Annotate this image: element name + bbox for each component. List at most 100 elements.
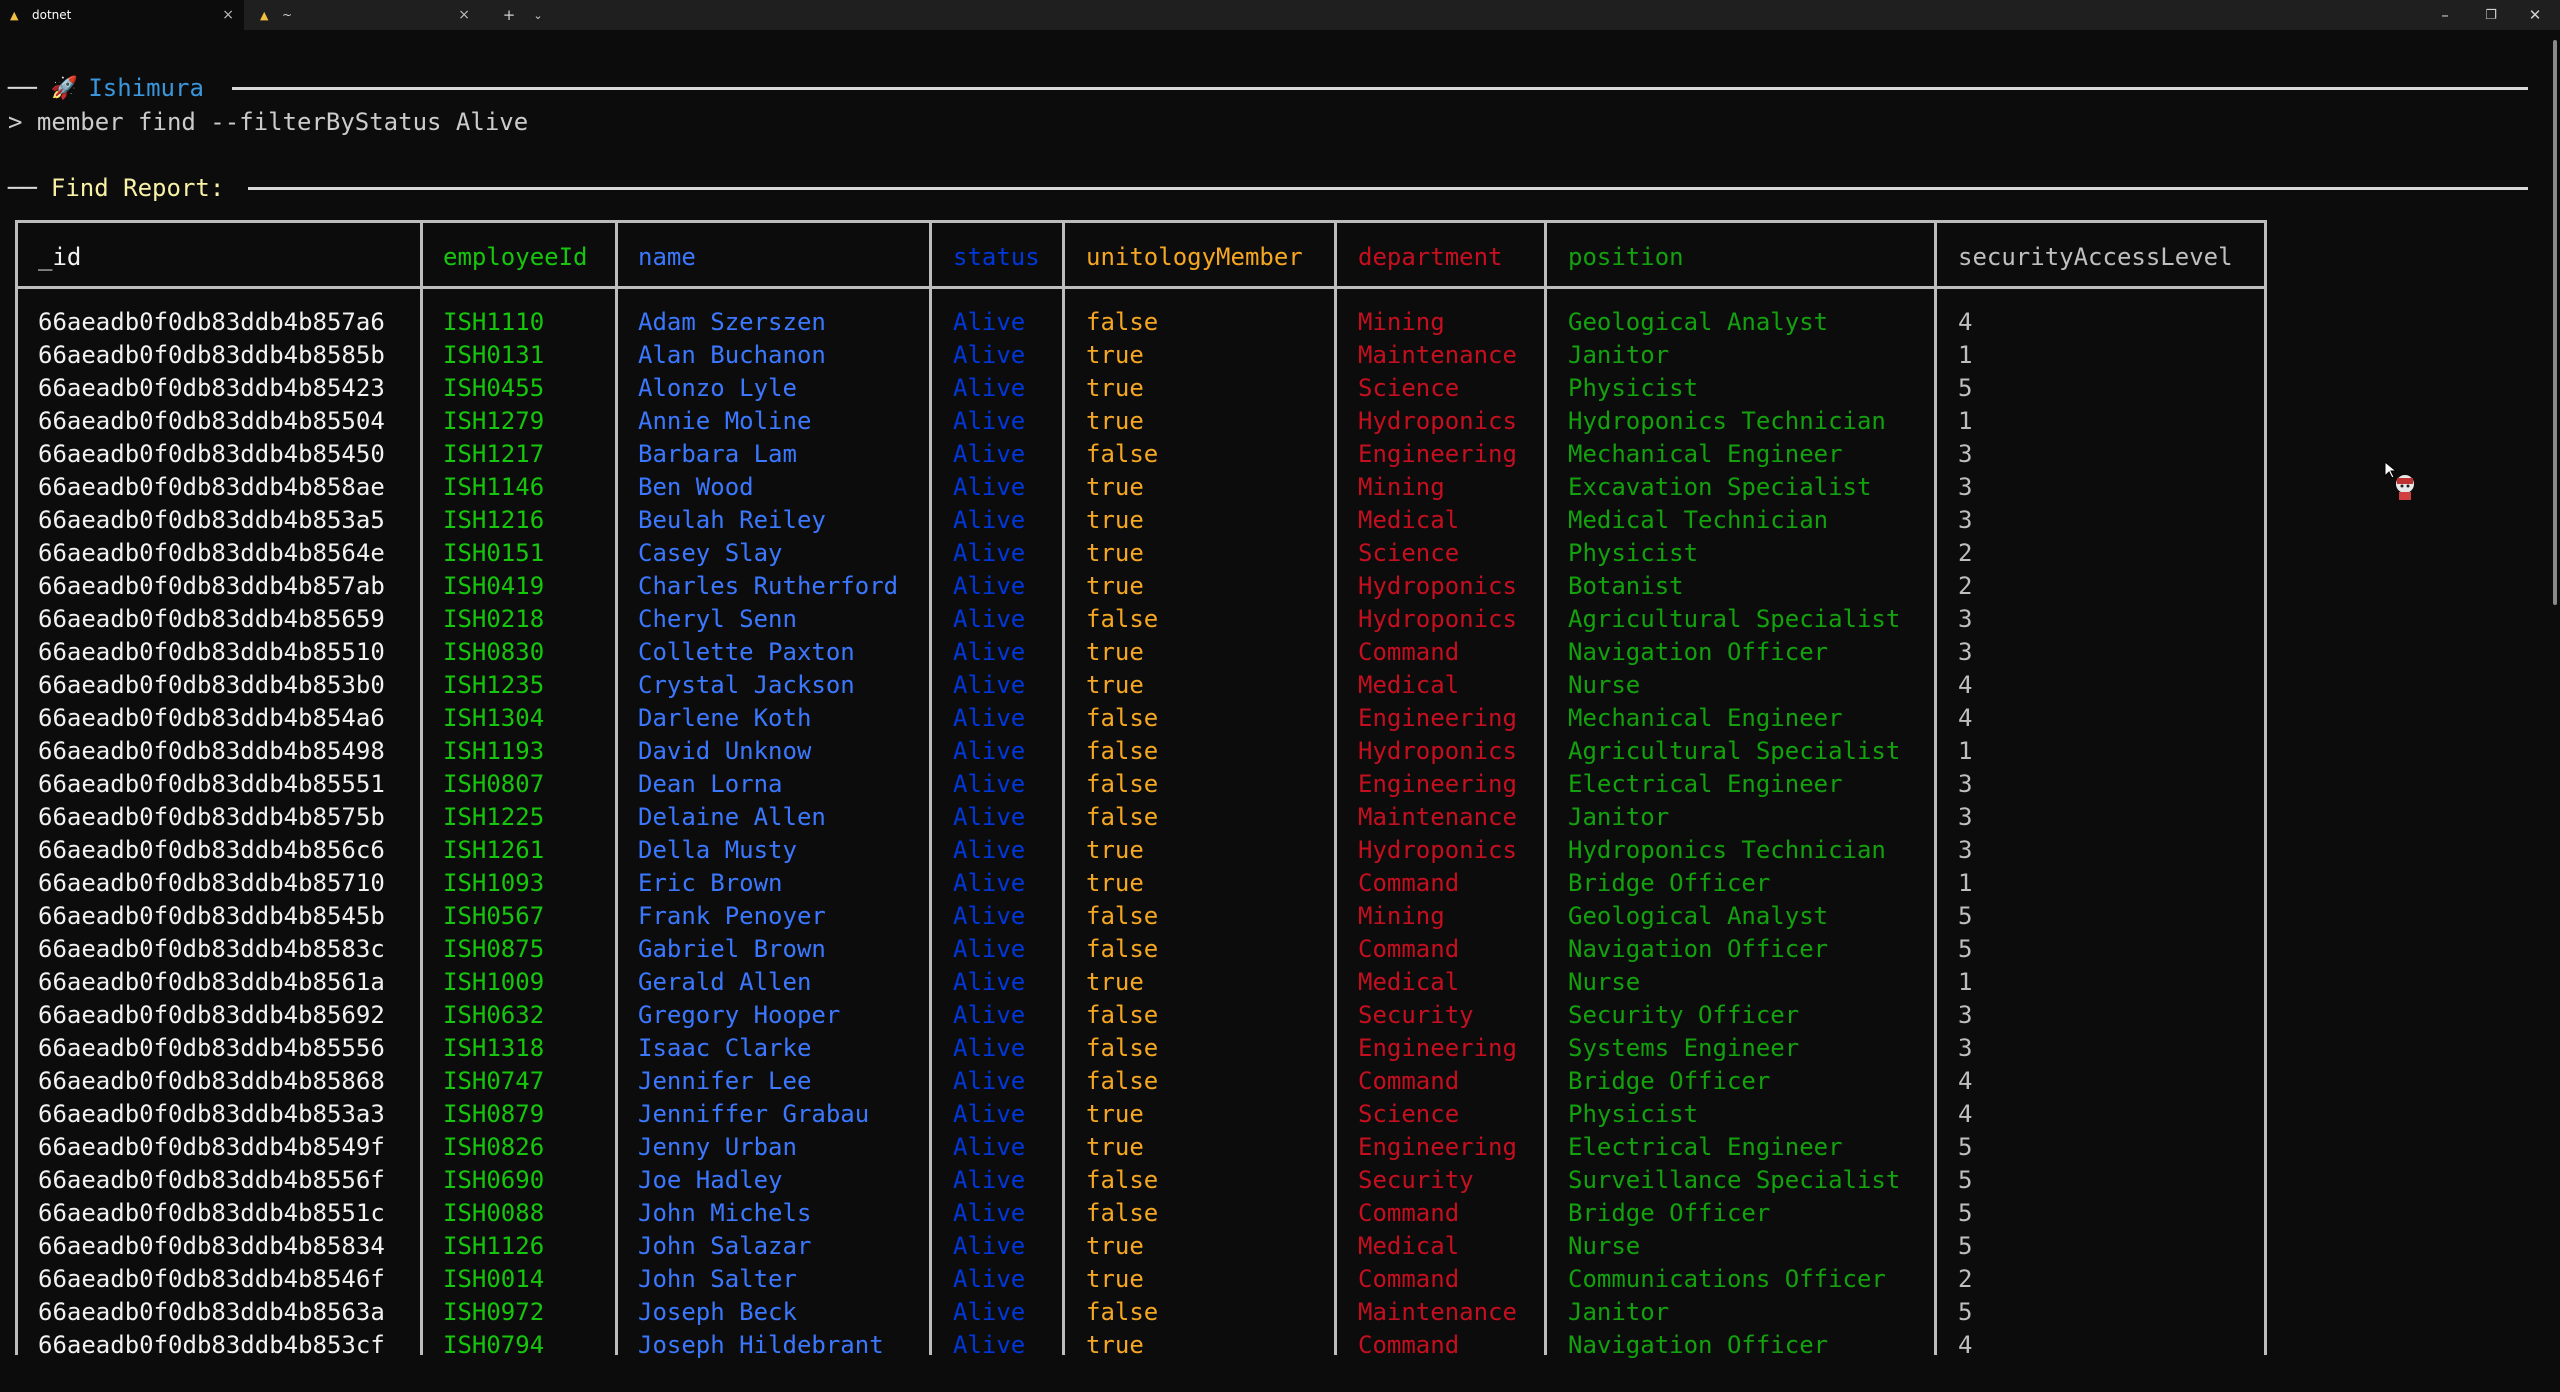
cell-status: Alive bbox=[953, 737, 1026, 765]
cell-security-access-level: 5 bbox=[1958, 1133, 1973, 1161]
cell-employee-id: ISH0218 bbox=[443, 605, 545, 633]
cell-id: 66aeadb0f0db83ddb4b856c6 bbox=[38, 836, 385, 864]
cell-position: Surveillance Specialist bbox=[1568, 1166, 1901, 1194]
cell-position: Systems Engineer bbox=[1568, 1034, 1800, 1062]
cell-unitology-member: false bbox=[1086, 770, 1159, 798]
cell-department: Medical bbox=[1358, 506, 1460, 534]
cell-unitology-member: false bbox=[1086, 704, 1159, 732]
cell-position: Geological Analyst bbox=[1568, 902, 1829, 930]
cell-employee-id: ISH0131 bbox=[443, 341, 545, 369]
cell-name: Crystal Jackson bbox=[638, 671, 855, 699]
cell-status: Alive bbox=[953, 374, 1026, 402]
banner-rule bbox=[232, 87, 2528, 90]
cell-department: Command bbox=[1358, 869, 1460, 897]
cell-id: 66aeadb0f0db83ddb4b854a6 bbox=[38, 704, 385, 732]
report-rule bbox=[248, 187, 2528, 190]
cell-department: Medical bbox=[1358, 671, 1460, 699]
header-status: status bbox=[953, 243, 1040, 271]
cell-employee-id: ISH0807 bbox=[443, 770, 545, 798]
cell-name: Dean Lorna bbox=[638, 770, 783, 798]
cell-name: Annie Moline bbox=[638, 407, 812, 435]
cell-unitology-member: true bbox=[1086, 671, 1144, 699]
report-label: Find Report: bbox=[50, 174, 225, 202]
cell-unitology-member: true bbox=[1086, 506, 1144, 534]
cell-department: Maintenance bbox=[1358, 341, 1517, 369]
cell-security-access-level: 2 bbox=[1958, 1265, 1973, 1293]
cell-status: Alive bbox=[953, 935, 1026, 963]
cell-status: Alive bbox=[953, 1232, 1026, 1260]
column-divider bbox=[1934, 223, 1937, 1355]
tab-home[interactable]: ▲ ~ × bbox=[250, 0, 480, 30]
tab-title: ~ bbox=[282, 8, 293, 22]
header-employee-id: employeeId bbox=[443, 243, 588, 271]
header-name: name bbox=[638, 243, 696, 271]
banner-line: ── 🚀 Ishimura bbox=[8, 74, 204, 102]
cell-unitology-member: false bbox=[1086, 605, 1159, 633]
close-tab-icon[interactable]: × bbox=[222, 7, 234, 23]
cell-status: Alive bbox=[953, 1001, 1026, 1029]
cell-position: Hydroponics Technician bbox=[1568, 407, 1886, 435]
scrollbar[interactable] bbox=[2553, 40, 2557, 605]
cell-unitology-member: false bbox=[1086, 1067, 1159, 1095]
banner-title: Ishimura bbox=[88, 74, 204, 102]
cell-security-access-level: 3 bbox=[1958, 1001, 1973, 1029]
cell-position: Physicist bbox=[1568, 1100, 1699, 1128]
cell-employee-id: ISH0875 bbox=[443, 935, 545, 963]
cell-name: Della Musty bbox=[638, 836, 797, 864]
cell-id: 66aeadb0f0db83ddb4b8545b bbox=[38, 902, 385, 930]
cell-unitology-member: true bbox=[1086, 1232, 1144, 1260]
cell-status: Alive bbox=[953, 1100, 1026, 1128]
cell-unitology-member: true bbox=[1086, 968, 1144, 996]
rocket-icon: 🚀 bbox=[50, 75, 79, 101]
tab-dotnet[interactable]: ▲ dotnet × bbox=[0, 0, 244, 30]
cell-id: 66aeadb0f0db83ddb4b85510 bbox=[38, 638, 385, 666]
cell-employee-id: ISH0879 bbox=[443, 1100, 545, 1128]
cell-employee-id: ISH1261 bbox=[443, 836, 545, 864]
cell-id: 66aeadb0f0db83ddb4b85504 bbox=[38, 407, 385, 435]
tab-dropdown-button[interactable]: ⌄ bbox=[527, 0, 549, 30]
cell-department: Mining bbox=[1358, 473, 1445, 501]
maximize-button[interactable]: ❐ bbox=[2474, 0, 2508, 30]
close-window-button[interactable]: ✕ bbox=[2518, 0, 2552, 30]
cell-employee-id: ISH1193 bbox=[443, 737, 545, 765]
header-security-access-level: securityAccessLevel bbox=[1958, 243, 2233, 271]
cell-name: Gabriel Brown bbox=[638, 935, 826, 963]
header-divider bbox=[18, 286, 2264, 289]
minimize-button[interactable]: – bbox=[2428, 0, 2462, 30]
new-tab-button[interactable]: + bbox=[498, 0, 520, 30]
column-divider bbox=[420, 223, 423, 1355]
cell-position: Physicist bbox=[1568, 374, 1699, 402]
cell-name: Beulah Reiley bbox=[638, 506, 826, 534]
cell-security-access-level: 5 bbox=[1958, 902, 1973, 930]
cell-employee-id: ISH1009 bbox=[443, 968, 545, 996]
header-id: _id bbox=[38, 243, 82, 271]
cell-position: Navigation Officer bbox=[1568, 935, 1829, 963]
cell-security-access-level: 3 bbox=[1958, 605, 1973, 633]
cell-security-access-level: 1 bbox=[1958, 968, 1973, 996]
cell-unitology-member: false bbox=[1086, 1034, 1159, 1062]
cell-name: Jenny Urban bbox=[638, 1133, 797, 1161]
cell-position: Geological Analyst bbox=[1568, 308, 1829, 336]
cell-position: Janitor bbox=[1568, 341, 1670, 369]
cell-security-access-level: 4 bbox=[1958, 671, 1973, 699]
cell-security-access-level: 5 bbox=[1958, 374, 1973, 402]
cell-name: David Unknow bbox=[638, 737, 812, 765]
cell-security-access-level: 5 bbox=[1958, 1298, 1973, 1326]
cell-department: Hydroponics bbox=[1358, 605, 1517, 633]
cell-id: 66aeadb0f0db83ddb4b8564e bbox=[38, 539, 385, 567]
cell-department: Science bbox=[1358, 539, 1460, 567]
cell-name: Jenniffer Grabau bbox=[638, 1100, 870, 1128]
cell-security-access-level: 3 bbox=[1958, 770, 1973, 798]
cell-department: Hydroponics bbox=[1358, 407, 1517, 435]
cell-employee-id: ISH0690 bbox=[443, 1166, 545, 1194]
cell-department: Hydroponics bbox=[1358, 836, 1517, 864]
cell-status: Alive bbox=[953, 869, 1026, 897]
cell-unitology-member: true bbox=[1086, 1100, 1144, 1128]
cell-id: 66aeadb0f0db83ddb4b853a5 bbox=[38, 506, 385, 534]
cell-employee-id: ISH0830 bbox=[443, 638, 545, 666]
cell-employee-id: ISH1093 bbox=[443, 869, 545, 897]
close-tab-icon[interactable]: × bbox=[458, 7, 470, 23]
cell-unitology-member: false bbox=[1086, 737, 1159, 765]
cell-security-access-level: 3 bbox=[1958, 1034, 1973, 1062]
cell-department: Maintenance bbox=[1358, 1298, 1517, 1326]
